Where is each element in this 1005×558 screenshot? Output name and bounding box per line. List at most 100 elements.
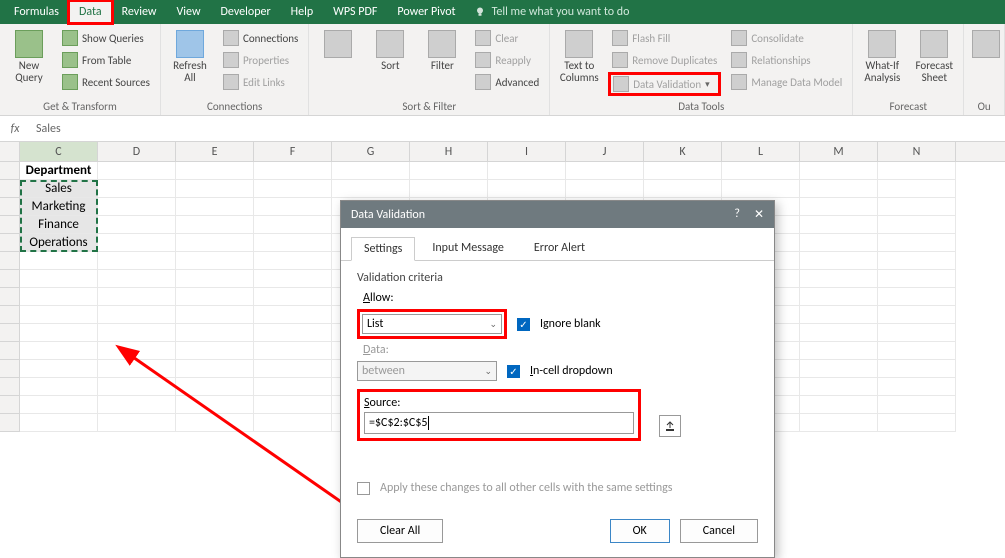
cell[interactable]: [98, 234, 176, 252]
cell[interactable]: [722, 162, 800, 180]
cell[interactable]: [20, 270, 98, 288]
manage-data-model-button[interactable]: Manage Data Model: [727, 72, 846, 92]
recent-sources-button[interactable]: Recent Sources: [58, 72, 154, 92]
row-header[interactable]: [0, 396, 20, 414]
cell-c5[interactable]: Operations: [20, 234, 98, 252]
cell[interactable]: [98, 306, 176, 324]
tab-view[interactable]: View: [166, 1, 210, 23]
row-header[interactable]: [0, 342, 20, 360]
cancel-button[interactable]: Cancel: [680, 519, 758, 543]
cell[interactable]: [566, 162, 644, 180]
row-header[interactable]: [0, 234, 20, 252]
clear-all-button[interactable]: Clear All: [357, 519, 443, 543]
tab-data[interactable]: Data: [69, 1, 112, 23]
cell[interactable]: [878, 162, 956, 180]
cell[interactable]: [20, 414, 98, 432]
fx-icon[interactable]: fx: [0, 122, 30, 136]
allow-dropdown[interactable]: List ⌄: [362, 314, 502, 334]
col-header-l[interactable]: L: [722, 142, 800, 161]
cell[interactable]: [98, 162, 176, 180]
tab-help[interactable]: Help: [281, 1, 324, 23]
cell[interactable]: [254, 252, 332, 270]
tab-input-message[interactable]: Input Message: [419, 236, 517, 260]
tab-formulas[interactable]: Formulas: [4, 1, 69, 23]
cell[interactable]: [20, 306, 98, 324]
cell[interactable]: [254, 396, 332, 414]
cell[interactable]: [878, 396, 956, 414]
row-header[interactable]: [0, 162, 20, 180]
cell[interactable]: [20, 288, 98, 306]
row-header[interactable]: [0, 378, 20, 396]
col-header-c[interactable]: C: [20, 142, 98, 161]
cell[interactable]: [878, 234, 956, 252]
tab-error-alert[interactable]: Error Alert: [521, 236, 598, 260]
cell-c3[interactable]: Marketing: [20, 198, 98, 216]
clear-button[interactable]: Clear: [471, 28, 543, 48]
cell[interactable]: [176, 288, 254, 306]
consolidate-button[interactable]: Consolidate: [727, 28, 846, 48]
edit-links-button[interactable]: Edit Links: [219, 72, 302, 92]
cell[interactable]: [176, 306, 254, 324]
cell[interactable]: [176, 216, 254, 234]
cell[interactable]: [254, 162, 332, 180]
cell[interactable]: [488, 180, 566, 198]
tab-wps-pdf[interactable]: WPS PDF: [323, 1, 387, 23]
remove-duplicates-button[interactable]: Remove Duplicates: [608, 50, 721, 70]
cell[interactable]: [98, 216, 176, 234]
cell-c1[interactable]: Department: [20, 162, 98, 180]
cell[interactable]: [254, 180, 332, 198]
cell[interactable]: [488, 162, 566, 180]
cell[interactable]: [800, 198, 878, 216]
tab-power-pivot[interactable]: Power Pivot: [387, 1, 465, 23]
cell[interactable]: [878, 324, 956, 342]
cell[interactable]: [254, 414, 332, 432]
connections-button[interactable]: Connections: [219, 28, 302, 48]
cell[interactable]: [98, 270, 176, 288]
cell[interactable]: [20, 324, 98, 342]
cell[interactable]: [98, 360, 176, 378]
col-header-m[interactable]: M: [800, 142, 878, 161]
cell[interactable]: [176, 378, 254, 396]
cell[interactable]: [644, 162, 722, 180]
cell[interactable]: [20, 378, 98, 396]
cell[interactable]: [176, 162, 254, 180]
dialog-titlebar[interactable]: Data Validation ? ✕: [341, 201, 774, 228]
cell-c4[interactable]: Finance: [20, 216, 98, 234]
cell[interactable]: [254, 216, 332, 234]
cell[interactable]: [878, 306, 956, 324]
cell[interactable]: [800, 378, 878, 396]
tab-settings[interactable]: Settings: [351, 237, 415, 261]
filter-button[interactable]: Filter: [419, 28, 465, 74]
sort-button[interactable]: Sort: [367, 28, 413, 74]
group-button[interactable]: [970, 28, 1002, 60]
cell[interactable]: [98, 180, 176, 198]
col-header-k[interactable]: K: [644, 142, 722, 161]
cell[interactable]: [98, 324, 176, 342]
row-header[interactable]: [0, 306, 20, 324]
cell[interactable]: [98, 288, 176, 306]
row-header[interactable]: [0, 180, 20, 198]
cell[interactable]: [254, 234, 332, 252]
tab-review[interactable]: Review: [112, 1, 167, 23]
flash-fill-button[interactable]: Flash Fill: [608, 28, 721, 48]
cell[interactable]: [800, 360, 878, 378]
row-header[interactable]: [0, 270, 20, 288]
range-selector-button[interactable]: [659, 415, 681, 437]
text-to-columns-button[interactable]: Text to Columns: [556, 28, 602, 86]
formula-input[interactable]: Sales: [30, 122, 1005, 136]
cell[interactable]: [878, 360, 956, 378]
incell-dropdown-checkbox[interactable]: ✓: [507, 365, 520, 378]
cell[interactable]: [98, 198, 176, 216]
cell[interactable]: [176, 234, 254, 252]
what-if-button[interactable]: What-If Analysis: [859, 28, 905, 86]
cell[interactable]: [20, 396, 98, 414]
col-header-d[interactable]: D: [98, 142, 176, 161]
cell[interactable]: [254, 342, 332, 360]
cell[interactable]: [254, 378, 332, 396]
row-header[interactable]: [0, 198, 20, 216]
cell[interactable]: [410, 180, 488, 198]
cell[interactable]: [878, 288, 956, 306]
row-header[interactable]: [0, 360, 20, 378]
cell[interactable]: [800, 342, 878, 360]
cell[interactable]: [800, 306, 878, 324]
